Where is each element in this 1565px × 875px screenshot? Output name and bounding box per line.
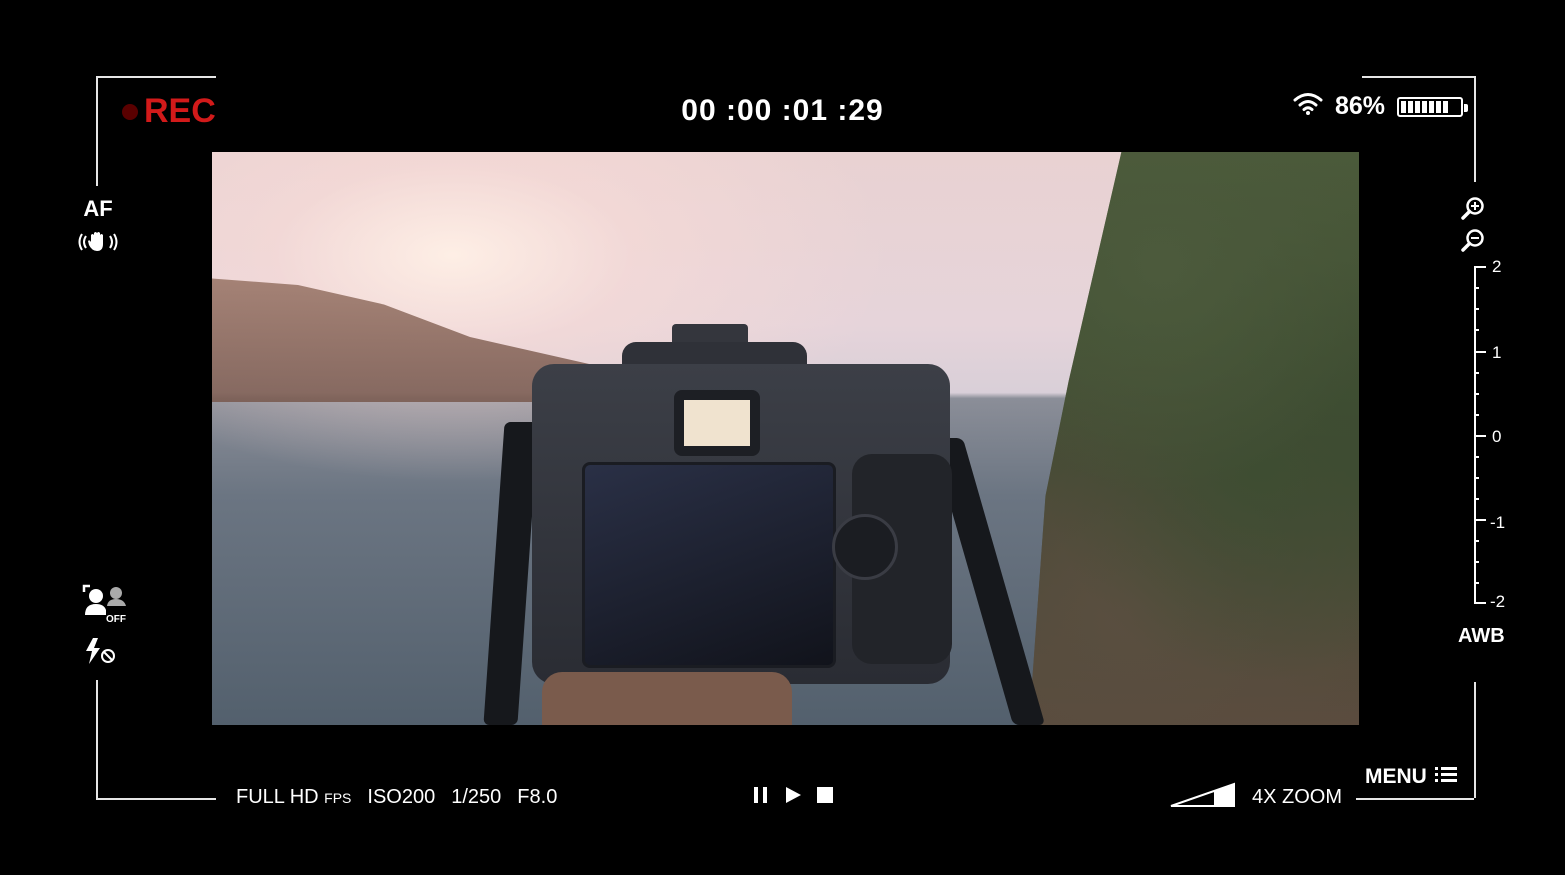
awb-label[interactable]: AWB	[1458, 625, 1505, 648]
menu-label: MENU	[1365, 765, 1427, 788]
frame-corner-top-left-v	[96, 76, 98, 186]
play-icon[interactable]	[784, 786, 802, 809]
frame-corner-top-right-v	[1474, 76, 1476, 182]
ev-tick-minor	[1474, 372, 1479, 374]
zoom-controls	[1460, 196, 1486, 254]
ev-tick-major	[1474, 519, 1486, 521]
camera-strap-left	[483, 422, 539, 725]
frame-corner-bottom-left-h	[96, 798, 216, 800]
pause-icon[interactable]	[752, 786, 770, 809]
stop-icon[interactable]	[816, 786, 834, 809]
battery-icon	[1397, 96, 1468, 117]
list-icon	[1434, 765, 1457, 789]
aperture-value[interactable]: F8.0	[517, 786, 557, 809]
ev-tick-minor	[1474, 456, 1479, 458]
fps-label: FPS	[324, 790, 352, 806]
ev-tick-minor	[1474, 414, 1479, 416]
ev-label: 1	[1492, 343, 1502, 362]
zoom-level-icon[interactable]	[1170, 782, 1236, 813]
ev-label: 0	[1492, 427, 1502, 446]
wifi-icon	[1293, 92, 1323, 121]
exposure-info: FULL HD FPS ISO200 1/250 F8.0	[236, 786, 557, 809]
ev-label: -2	[1490, 592, 1506, 611]
camera-lcd	[582, 462, 836, 668]
iso-value[interactable]: ISO200	[367, 786, 435, 809]
frame-corner-top-left-h	[96, 76, 216, 78]
frame-corner-bottom-right-v	[1474, 682, 1476, 798]
zoom-in-icon[interactable]	[1460, 196, 1486, 222]
trees-shape	[1029, 152, 1359, 725]
flash-off-icon[interactable]	[84, 636, 120, 671]
ev-tick-major	[1474, 435, 1486, 437]
exposure-scale[interactable]: 2 1 0 -1 -2	[1474, 257, 1534, 611]
ev-tick-minor	[1474, 561, 1479, 563]
frame-corner-bottom-left-v	[96, 680, 98, 798]
ev-label: 2	[1492, 257, 1502, 276]
ev-tick-major	[1474, 351, 1486, 353]
ev-tick-minor	[1474, 329, 1479, 331]
frame-corner-bottom-right-h	[1356, 798, 1474, 800]
ev-tick-minor	[1474, 287, 1479, 289]
camera-eyepiece	[674, 390, 760, 456]
af-label[interactable]: AF	[78, 196, 118, 222]
transport-controls	[752, 786, 834, 809]
ev-tick-minor	[1474, 477, 1479, 479]
ev-tick-minor	[1474, 540, 1479, 542]
resolution-group: FULL HD FPS	[236, 786, 351, 809]
exposure-scale-bar	[1474, 266, 1476, 602]
ev-tick-minor	[1474, 393, 1479, 395]
ev-tick-minor	[1474, 498, 1479, 500]
ev-tick-major	[1474, 266, 1486, 268]
status-bar: 86%	[1293, 92, 1468, 121]
resolution-label: FULL HD	[236, 786, 319, 808]
ev-tick-minor	[1474, 582, 1479, 584]
ev-tick-major	[1474, 602, 1486, 604]
menu-button[interactable]: MENU	[1365, 765, 1457, 789]
zoom-label: 4X ZOOM	[1252, 786, 1343, 808]
camera-dial	[832, 514, 898, 580]
frame-corner-top-right-h	[1362, 76, 1474, 78]
zoom-out-icon[interactable]	[1460, 228, 1486, 254]
shutter-value[interactable]: 1/250	[451, 786, 501, 809]
hand-shape	[542, 672, 792, 725]
face-detect-off-icon[interactable]: OFF	[82, 584, 132, 629]
live-view-preview[interactable]	[212, 152, 1359, 725]
battery-percent: 86%	[1334, 92, 1385, 120]
ev-tick-minor	[1474, 308, 1479, 310]
ev-label: -1	[1490, 513, 1506, 532]
svg-text:OFF: OFF	[106, 614, 126, 624]
hand-stabilizer-icon[interactable]	[76, 230, 120, 254]
